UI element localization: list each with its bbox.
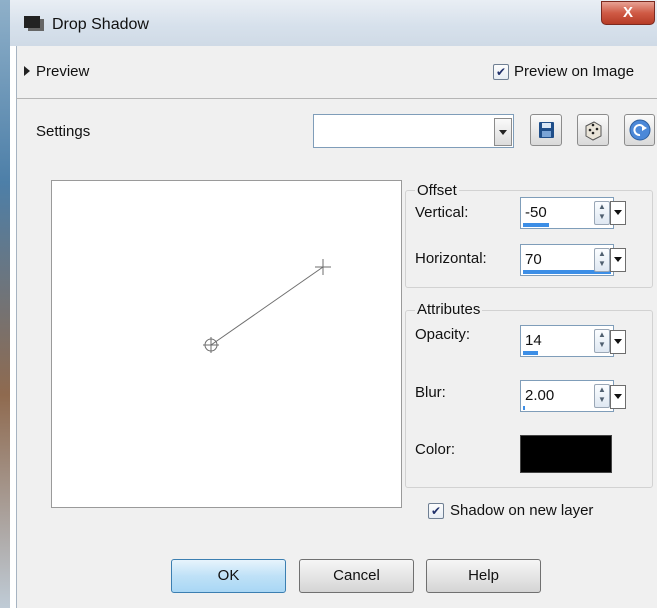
- offset-group-title: Offset: [415, 182, 459, 199]
- divider: [16, 98, 657, 99]
- vertical-offset-input[interactable]: -50 ▲ ▼: [520, 197, 614, 229]
- opacity-spin-arrows[interactable]: ▲ ▼: [594, 329, 610, 353]
- shadow-color-swatch[interactable]: [520, 435, 612, 473]
- color-label: Color:: [415, 441, 456, 458]
- shadow-on-new-layer-checkbox[interactable]: ✔: [428, 503, 444, 519]
- title-bar[interactable]: Drop Shadow X: [10, 0, 657, 46]
- opacity-value: 14: [525, 332, 542, 349]
- expand-preview-icon[interactable]: [24, 66, 30, 76]
- save-preset-button[interactable]: [530, 114, 562, 146]
- window-title: Drop Shadow: [52, 16, 149, 33]
- opacity-slider-bar[interactable]: [523, 351, 538, 355]
- horizontal-slider-popup-button[interactable]: [610, 248, 626, 272]
- blur-spin-arrows[interactable]: ▲ ▼: [594, 384, 610, 408]
- cancel-button[interactable]: Cancel: [299, 559, 414, 593]
- reset-arrow-icon: [629, 119, 651, 141]
- vertical-offset-slider-bar[interactable]: [523, 223, 549, 227]
- vertical-offset-value: -50: [525, 204, 547, 221]
- horizontal-offset-value: 70: [525, 251, 542, 268]
- floppy-disk-icon: [539, 122, 554, 138]
- blur-slider-bar[interactable]: [523, 406, 525, 410]
- offset-preview-pane[interactable]: [51, 180, 402, 508]
- drop-shadow-app-icon: [24, 16, 44, 31]
- dice-icon: [585, 121, 602, 141]
- blur-input[interactable]: 2.00 ▲ ▼: [520, 380, 614, 412]
- combo-dropdown-button[interactable]: [494, 118, 512, 146]
- help-button[interactable]: Help: [426, 559, 541, 593]
- vertical-slider-popup-button[interactable]: [610, 201, 626, 225]
- horizontal-offset-input[interactable]: 70 ▲ ▼: [520, 244, 614, 276]
- shadow-offset-diagram: [203, 259, 331, 353]
- close-button[interactable]: X: [601, 1, 655, 25]
- blur-value: 2.00: [525, 387, 555, 404]
- opacity-label: Opacity:: [415, 326, 471, 343]
- blur-slider-popup-button[interactable]: [610, 385, 626, 409]
- randomize-button[interactable]: [577, 114, 609, 146]
- opacity-input[interactable]: 14 ▲ ▼: [520, 325, 614, 357]
- horizontal-label: Horizontal:: [415, 250, 487, 267]
- background-strip: [0, 0, 10, 608]
- opacity-slider-popup-button[interactable]: [610, 330, 626, 354]
- reset-button[interactable]: [624, 114, 655, 146]
- horizontal-spin-arrows[interactable]: ▲ ▼: [594, 248, 610, 272]
- blur-label: Blur:: [415, 384, 446, 401]
- vertical-label: Vertical:: [415, 204, 469, 221]
- settings-label: Settings: [36, 123, 91, 140]
- preview-on-image-label[interactable]: Preview on Image: [514, 63, 634, 80]
- vertical-spin-arrows[interactable]: ▲ ▼: [594, 201, 610, 225]
- shadow-on-new-layer-label[interactable]: Shadow on new layer: [450, 502, 593, 519]
- preview-toggle[interactable]: Preview: [36, 63, 89, 80]
- settings-preset-combo[interactable]: [313, 114, 514, 148]
- preview-on-image-checkbox[interactable]: ✔: [493, 64, 509, 80]
- attributes-group-title: Attributes: [415, 301, 483, 318]
- ok-button[interactable]: OK: [171, 559, 286, 593]
